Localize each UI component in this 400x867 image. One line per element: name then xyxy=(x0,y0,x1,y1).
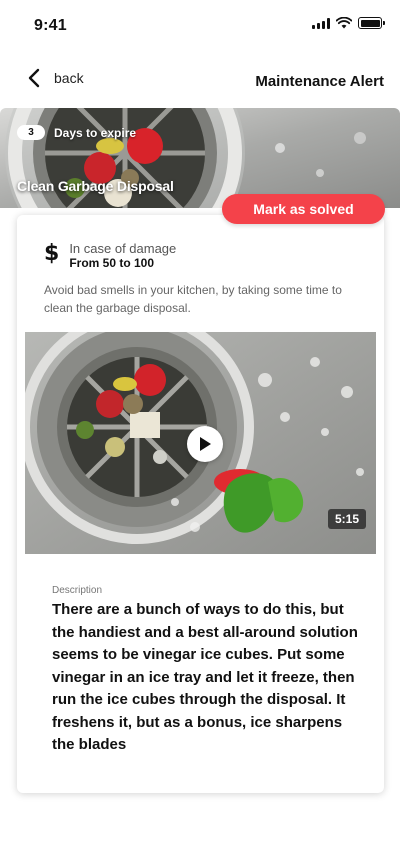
description-text: There are a bunch of ways to do this, bu… xyxy=(52,601,358,753)
play-icon xyxy=(200,437,211,451)
signal-icon xyxy=(312,17,330,29)
play-button[interactable] xyxy=(187,426,223,462)
back-button[interactable]: back xyxy=(28,68,84,88)
status-time: 9:41 xyxy=(34,17,67,34)
nav-bar: back Maintenance Alert xyxy=(0,62,400,102)
status-bar: 9:41 xyxy=(0,0,400,50)
damage-info: $ In case of damage From 50 to 100 xyxy=(44,241,176,271)
video-player[interactable]: 5:15 xyxy=(25,332,376,554)
battery-icon xyxy=(358,17,385,29)
damage-caption: In case of damage xyxy=(69,241,177,256)
alert-card: $ In case of damage From 50 to 100 Avoid… xyxy=(17,215,384,793)
back-label: back xyxy=(54,70,84,86)
days-label: Days to expire xyxy=(54,125,137,140)
dollar-icon: $ xyxy=(44,241,60,266)
page-title: Maintenance Alert xyxy=(255,73,384,90)
wifi-icon xyxy=(336,17,352,29)
alert-summary: Avoid bad smells in your kitchen, by tak… xyxy=(44,283,342,315)
damage-value: From 50 to 100 xyxy=(69,256,155,270)
chevron-left-icon xyxy=(28,68,40,88)
description-label: Description xyxy=(52,585,103,596)
status-icons xyxy=(312,17,385,29)
alert-title: Clean Garbage Disposal xyxy=(17,178,174,194)
days-count-badge: 3 xyxy=(17,125,45,140)
days-to-expire: 3 Days to expire xyxy=(17,125,136,140)
mark-as-solved-button[interactable]: Mark as solved xyxy=(222,194,385,224)
video-duration: 5:15 xyxy=(327,509,366,529)
